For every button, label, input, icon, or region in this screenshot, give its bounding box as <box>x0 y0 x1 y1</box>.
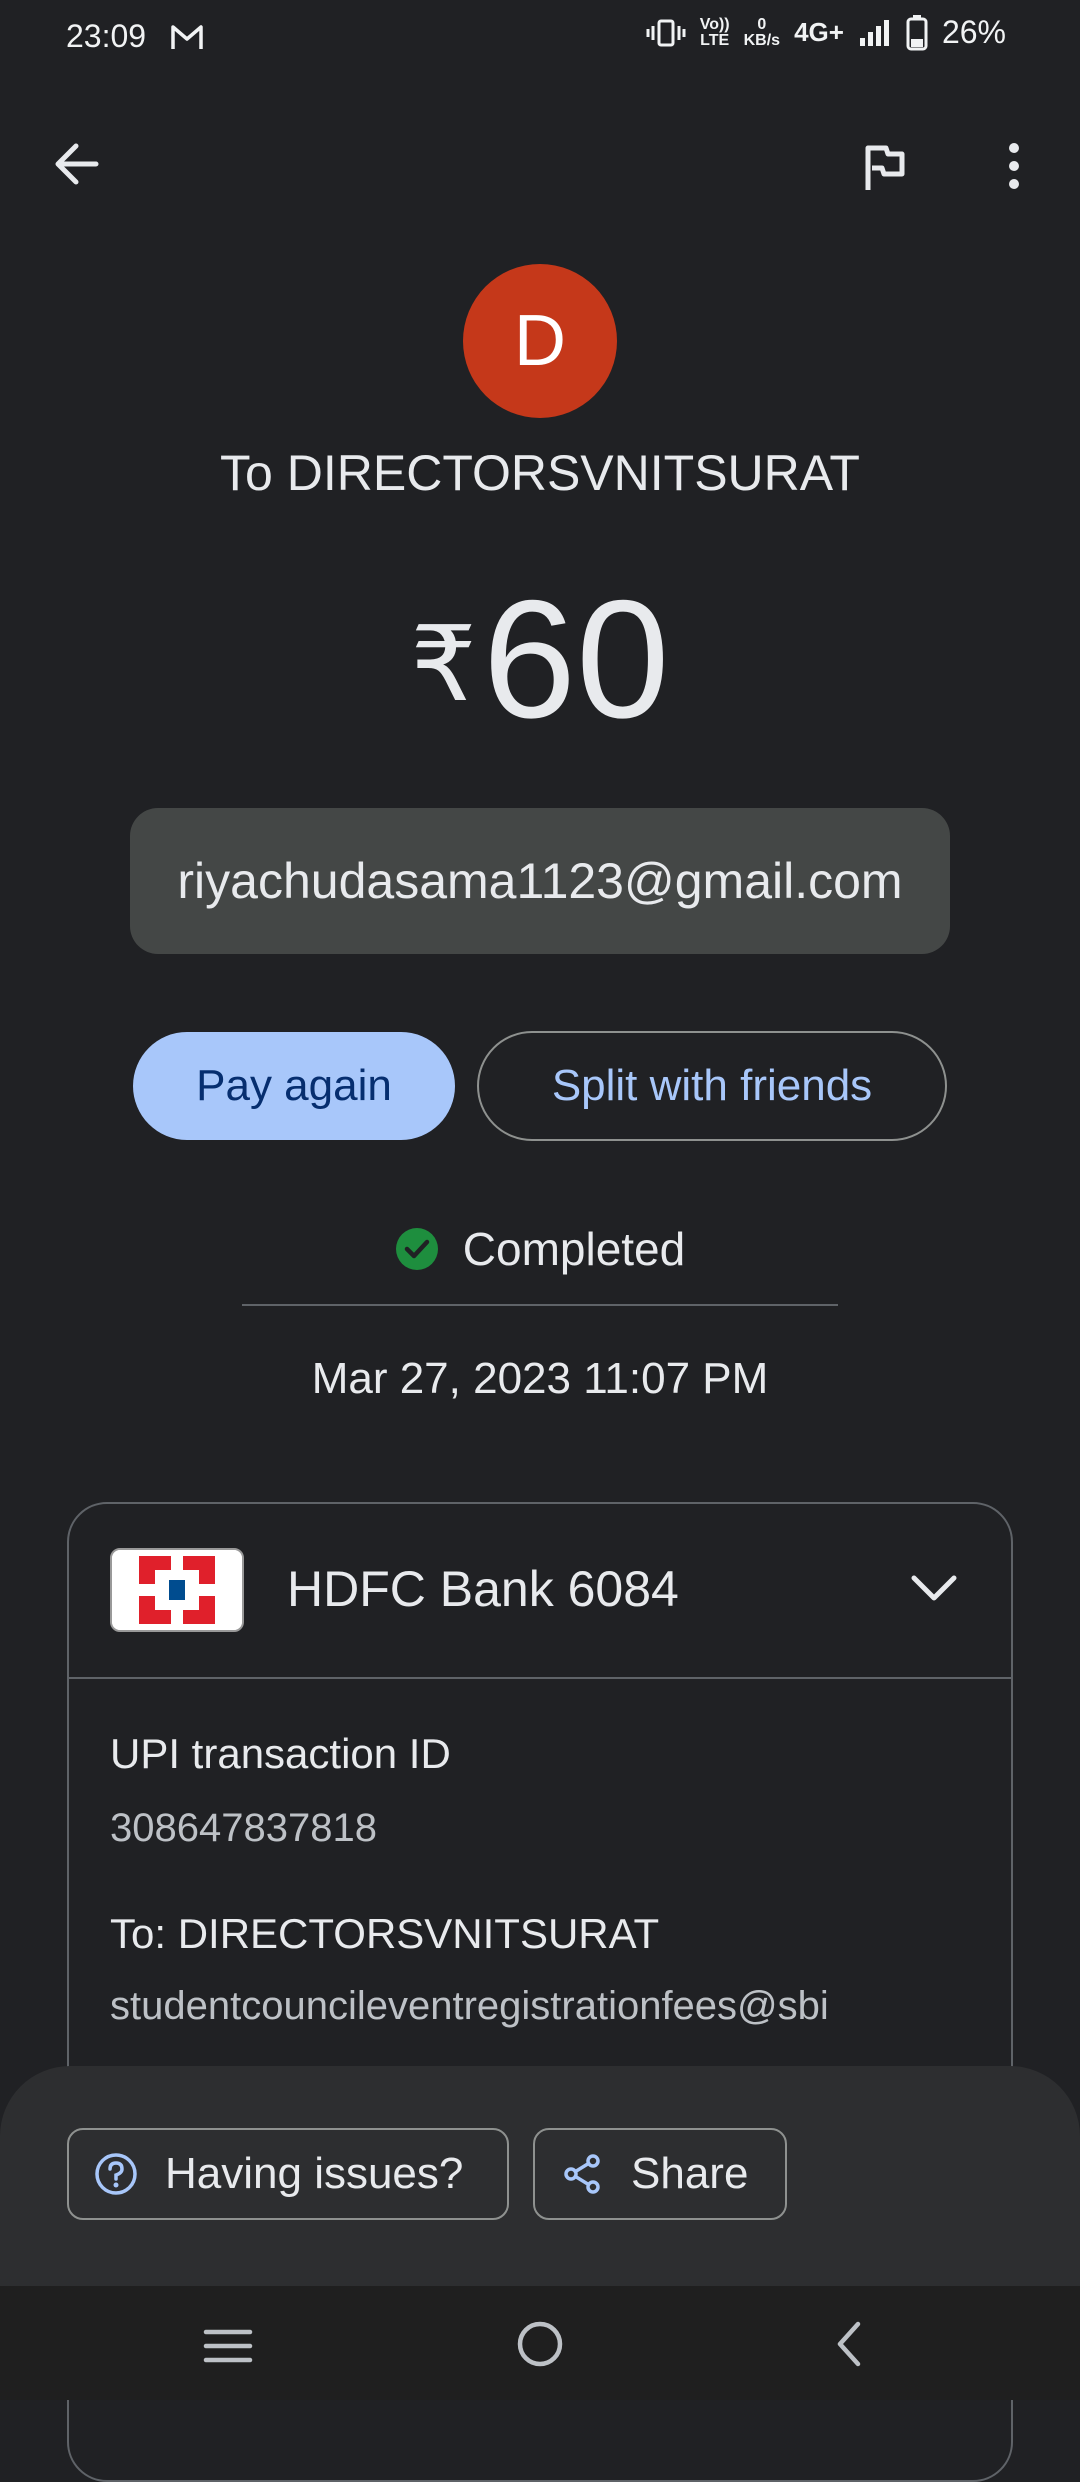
amount: ₹60 <box>0 575 1080 743</box>
battery-percent: 26% <box>941 14 1006 50</box>
home-icon[interactable] <box>510 2314 570 2374</box>
flag-icon[interactable] <box>852 136 916 200</box>
share-label: Share <box>631 2149 749 2198</box>
status-time: 23:09 <box>66 18 147 54</box>
share-icon <box>564 2154 600 2194</box>
to-upi-id: studentcouncileventregistrationfees@sbi <box>110 1984 829 2028</box>
back-arrow-icon[interactable] <box>46 132 110 196</box>
volte-indicator: Vo)) LTE <box>699 15 730 49</box>
signal-icon <box>859 19 889 46</box>
help-icon <box>95 2153 137 2195</box>
upi-transaction-id-label: UPI transaction ID <box>110 1730 451 1777</box>
network-type: 4G+ <box>794 17 844 47</box>
having-issues-label: Having issues? <box>165 2149 464 2198</box>
transaction-status: Completed <box>0 1222 1080 1276</box>
to-label: To: DIRECTORSVNITSURAT <box>110 1910 660 1957</box>
vibrate-icon <box>646 19 686 46</box>
check-circle-icon <box>395 1228 438 1270</box>
gmail-icon <box>171 25 203 49</box>
split-with-friends-button[interactable]: Split with friends <box>477 1031 947 1141</box>
divider <box>242 1304 838 1306</box>
pay-again-button[interactable]: Pay again <box>133 1032 455 1140</box>
recipient-title: To DIRECTORSVNITSURAT <box>220 445 860 501</box>
more-vert-icon[interactable] <box>982 136 1046 200</box>
bank-account: HDFC Bank 6084 <box>287 1561 679 1617</box>
hdfc-logo <box>110 1548 244 1632</box>
avatar: D <box>463 264 617 418</box>
amount-value: 60 <box>482 565 670 753</box>
transaction-datetime: Mar 27, 2023 11:07 PM <box>311 1354 769 1403</box>
currency-symbol: ₹ <box>410 607 477 723</box>
chevron-down-icon[interactable] <box>904 1558 964 1618</box>
having-issues-button[interactable]: Having issues? <box>67 2128 509 2220</box>
nav-back-icon[interactable] <box>820 2314 880 2374</box>
status-icons: Vo)) LTE 0 KB/s 4G+ 26% <box>646 14 1006 51</box>
card-divider <box>67 1677 1013 1679</box>
share-button[interactable]: Share <box>533 2128 787 2220</box>
network-speed: 0 KB/s <box>743 15 781 49</box>
status-text: Completed <box>462 1223 686 1275</box>
payment-note: riyachudasama1123@gmail.com <box>130 808 950 954</box>
upi-transaction-id: 308647837818 <box>110 1806 377 1850</box>
battery-icon <box>906 14 928 50</box>
menu-icon[interactable] <box>198 2316 258 2376</box>
